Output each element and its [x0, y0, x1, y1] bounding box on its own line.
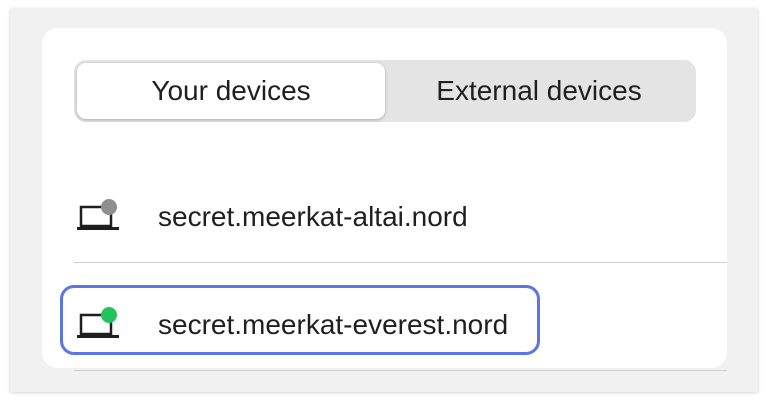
- device-name: secret.meerkat-altai.nord: [158, 201, 468, 232]
- device-type-segmented-control: Your devices External devices: [74, 60, 696, 122]
- laptop-icon: [76, 307, 122, 343]
- laptop-icon: [76, 199, 122, 235]
- device-row-everest[interactable]: secret.meerkat-everest.nord: [74, 279, 727, 371]
- device-row-altai[interactable]: secret.meerkat-altai.nord: [74, 171, 727, 263]
- row-divider: [74, 262, 727, 263]
- status-offline-dot-icon: [101, 199, 117, 215]
- tab-your-devices[interactable]: Your devices: [77, 63, 385, 119]
- device-name: secret.meerkat-everest.nord: [158, 309, 509, 340]
- row-divider: [74, 370, 727, 371]
- tab-external-devices[interactable]: External devices: [385, 63, 693, 119]
- status-online-dot-icon: [101, 307, 117, 323]
- devices-card: Your devices External devices secret.mee…: [42, 28, 727, 371]
- window-frame: Your devices External devices secret.mee…: [10, 8, 758, 392]
